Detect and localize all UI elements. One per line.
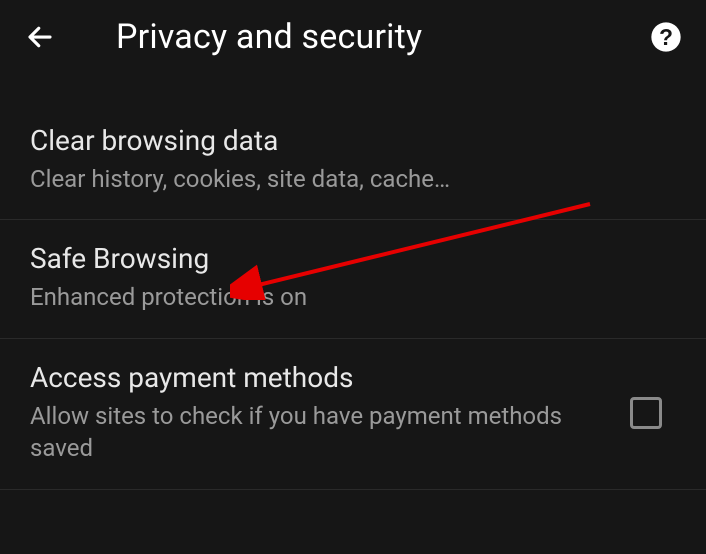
help-button[interactable]: ? bbox=[644, 15, 688, 59]
safe-browsing-item[interactable]: Safe Browsing Enhanced protection is on bbox=[0, 220, 706, 338]
item-title: Clear browsing data bbox=[30, 124, 656, 157]
header: Privacy and security ? bbox=[0, 0, 706, 74]
back-arrow-icon bbox=[25, 22, 55, 52]
item-title: Access payment methods bbox=[30, 361, 610, 394]
settings-list: Clear browsing data Clear history, cooki… bbox=[0, 102, 706, 490]
access-payment-methods-item[interactable]: Access payment methods Allow sites to ch… bbox=[0, 339, 706, 490]
item-subtitle: Allow sites to check if you have payment… bbox=[30, 400, 610, 465]
item-text: Access payment methods Allow sites to ch… bbox=[30, 361, 630, 465]
help-icon: ? bbox=[650, 21, 682, 53]
clear-browsing-data-item[interactable]: Clear browsing data Clear history, cooki… bbox=[0, 102, 706, 220]
item-text: Clear browsing data Clear history, cooki… bbox=[30, 124, 676, 195]
svg-text:?: ? bbox=[659, 24, 673, 50]
payment-methods-checkbox[interactable] bbox=[630, 397, 662, 429]
item-title: Safe Browsing bbox=[30, 242, 656, 275]
item-subtitle: Enhanced protection is on bbox=[30, 281, 656, 313]
item-text: Safe Browsing Enhanced protection is on bbox=[30, 242, 676, 313]
item-subtitle: Clear history, cookies, site data, cache… bbox=[30, 163, 656, 195]
back-button[interactable] bbox=[18, 15, 62, 59]
page-title: Privacy and security bbox=[116, 17, 422, 57]
